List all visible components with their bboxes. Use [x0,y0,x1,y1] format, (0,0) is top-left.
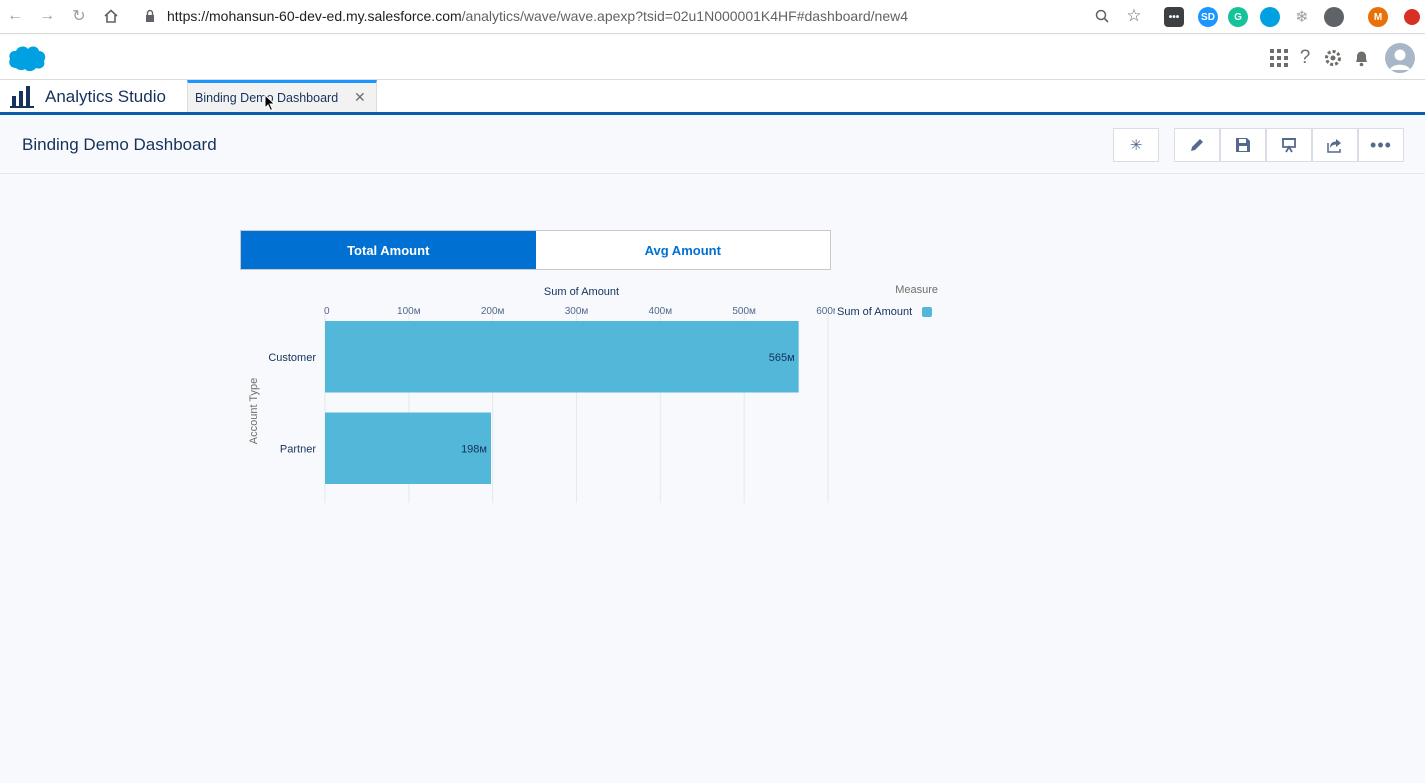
legend-title: Measure [895,284,938,296]
share-button[interactable] [1312,128,1358,162]
x-tick-label: 400м [649,306,673,317]
edit-button[interactable] [1174,128,1220,162]
save-button[interactable] [1220,128,1266,162]
url-host: https://mohansun-60-dev-ed.my.salesforce… [167,8,462,24]
pencil-icon [1191,139,1203,151]
salesforce-logo[interactable] [8,44,46,72]
share-icon [1327,139,1341,153]
present-icon [1282,138,1296,153]
user-avatar[interactable] [1385,43,1415,73]
bar-value-label: 198м [461,443,487,455]
spark-icon: ✳ [1129,137,1143,154]
grammarly-icon[interactable]: G [1228,7,1248,27]
reload-icon[interactable]: ↻ [68,5,90,27]
app-tab-bar: Analytics Studio Binding Demo Dashboard … [0,80,1425,115]
app-name: Analytics Studio [45,87,166,106]
forward-icon[interactable]: → [36,5,58,27]
spark-button[interactable]: ✳ [1113,128,1159,162]
more-button[interactable]: ••• [1358,128,1404,162]
y-axis-title: Account Type [248,378,260,444]
help-icon[interactable]: ? [1294,47,1316,69]
more-icon: ••• [1370,134,1392,155]
legend-item[interactable]: Sum of Amount [837,306,933,318]
analytics-app-icon [10,86,34,108]
profile-avatar[interactable]: M [1368,7,1388,27]
snowflake-icon[interactable]: ❄ [1292,7,1312,27]
x-tick-label: 600м [816,306,835,317]
dashboard-header: Binding Demo Dashboard ✳ ••• [0,116,1425,174]
mouse-cursor-icon [264,94,276,112]
zoom-icon[interactable] [1091,5,1113,27]
toggle-avg-amount[interactable]: Avg Amount [535,231,830,269]
lock-icon [146,9,154,22]
update-icon[interactable] [1404,9,1420,25]
x-tick-label: 100м [397,306,421,317]
x-tick-label: 200м [481,306,505,317]
bar-chart: Sum of Amount 0 100м 200м 300м 400м 500м 600м Ac… [248,286,835,503]
toggle-total-amount[interactable]: Total Amount [241,231,536,269]
cloud-extension-icon[interactable]: SD [1198,7,1218,27]
tab-binding-demo-dashboard[interactable]: Binding Demo Dashboard ✕ [187,80,377,112]
salesforce-extension-icon[interactable] [1260,7,1280,27]
gear-icon[interactable] [1322,47,1344,69]
x-tick-label: 0 [324,306,330,317]
page-title: Binding Demo Dashboard [22,135,217,154]
star-icon[interactable]: ☆ [1123,5,1145,27]
save-icon [1236,138,1250,152]
x-tick-label: 500м [732,306,756,317]
x-axis-title: Sum of Amount [544,286,619,298]
bar [325,321,799,393]
present-button[interactable] [1266,128,1312,162]
address-bar[interactable]: https://mohansun-60-dev-ed.my.salesforce… [167,8,908,24]
close-icon[interactable]: ✕ [354,89,366,106]
url-path: /analytics/wave/wave.apexp?tsid=02u1N000… [461,8,909,24]
legend-swatch [922,307,933,317]
browser-toolbar: ← → ↻ https://mohansun-60-dev-ed.my.sale… [0,0,1425,34]
bell-icon[interactable] [1350,47,1372,69]
measure-toggle: Total Amount Avg Amount [240,230,831,270]
bar-value-label: 565м [769,352,795,364]
legend-label: Sum of Amount [837,306,913,318]
y-category-label: Partner [280,443,316,455]
global-header: ? [0,35,1425,80]
app-launcher-icon[interactable] [1268,47,1290,69]
circle-extension-icon[interactable] [1324,7,1344,27]
extension-icon[interactable]: ••• [1164,7,1184,27]
back-icon[interactable]: ← [4,5,26,27]
home-icon[interactable] [100,5,122,27]
x-tick-label: 300м [565,306,589,317]
y-category-label: Customer [268,352,316,364]
